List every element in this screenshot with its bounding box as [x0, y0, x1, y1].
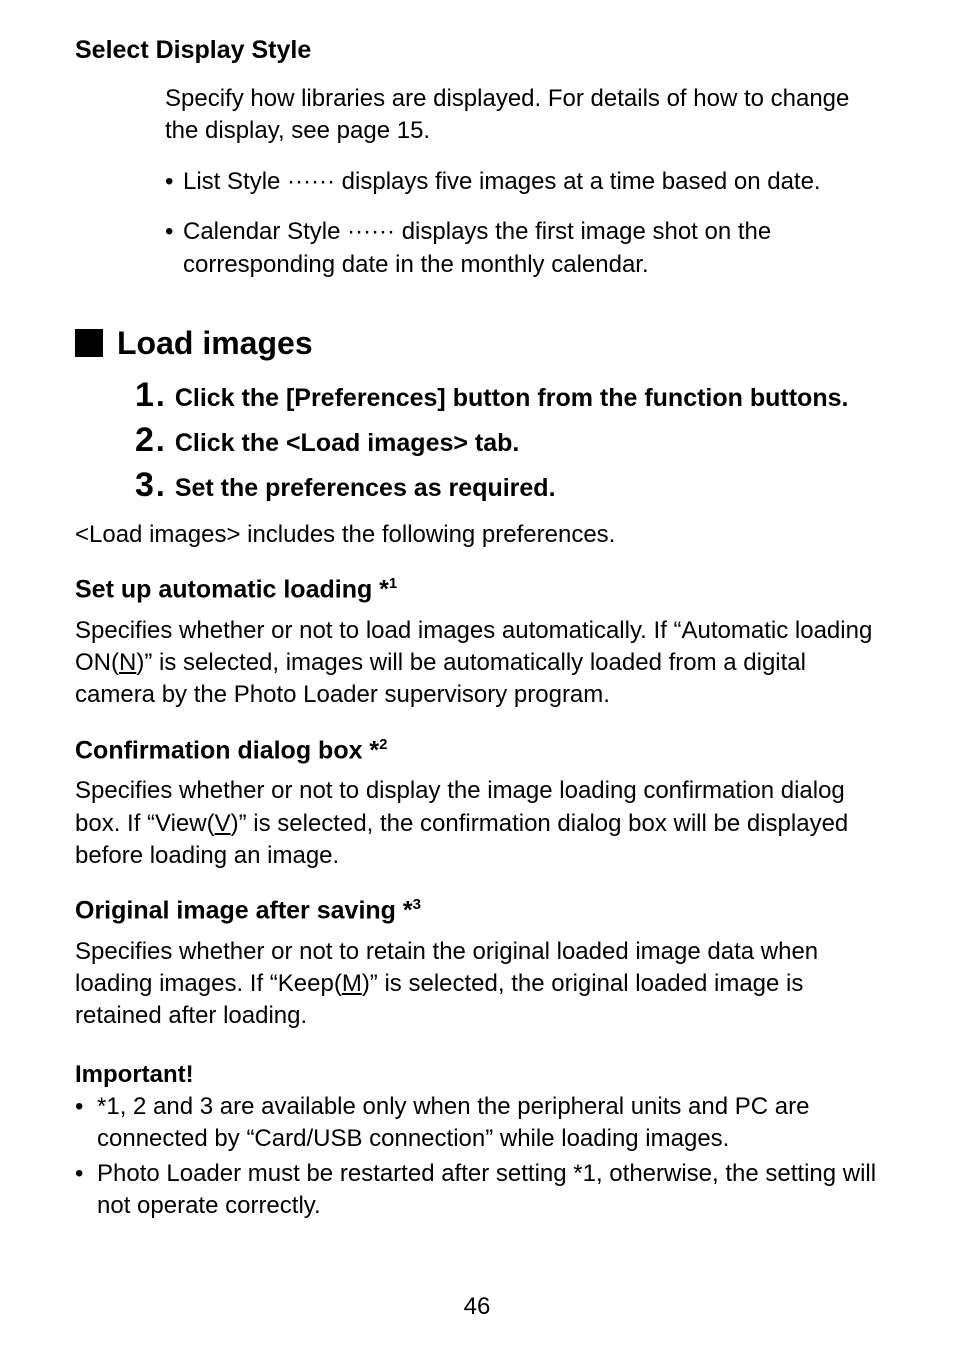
confirm-box-heading-sup: 2 — [379, 736, 387, 753]
bullet-dot-icon: • — [75, 1091, 97, 1156]
bullet-dot-icon: • — [165, 166, 183, 198]
auto-loading-body: Specifies whether or not to load images … — [75, 615, 879, 712]
step-dot-icon: . — [156, 422, 165, 459]
auto-loading-heading: Set up automatic loading *1 — [75, 575, 879, 604]
bullet-text: Calendar Style ······ displays the first… — [183, 216, 879, 281]
page-number: 46 — [0, 1293, 954, 1321]
confirm-box-body-u: V — [215, 810, 231, 837]
step-row: 1 . Click the [Preferences] button from … — [135, 376, 879, 415]
step-row: 3 . Set the preferences as required. — [135, 466, 879, 505]
square-bullet-icon — [75, 329, 103, 357]
step-text: Click the [Preferences] button from the … — [175, 382, 849, 415]
orig-image-heading-text: Original image after saving * — [75, 897, 413, 925]
select-display-intro: Specify how libraries are displayed. For… — [165, 83, 879, 148]
orig-image-body-u: M — [342, 970, 362, 997]
step-text: Set the preferences as required. — [175, 472, 556, 505]
step-text: Click the <Load images> tab. — [175, 427, 520, 460]
list-item: • List Style ······ displays five images… — [165, 166, 879, 198]
auto-loading-heading-text: Set up automatic loading * — [75, 576, 389, 604]
select-display-heading: Select Display Style — [75, 36, 879, 65]
list-item: • *1, 2 and 3 are available only when th… — [75, 1091, 879, 1156]
important-label: Important! — [75, 1061, 879, 1089]
confirm-box-heading: Confirmation dialog box *2 — [75, 736, 879, 765]
list-item: • Calendar Style ······ displays the fir… — [165, 216, 879, 281]
important-item: Photo Loader must be restarted after set… — [97, 1158, 879, 1223]
confirm-box-heading-text: Confirmation dialog box * — [75, 736, 379, 764]
orig-image-heading-sup: 3 — [413, 896, 421, 913]
confirm-box-body: Specifies whether or not to display the … — [75, 775, 879, 872]
bullet-dot-icon: • — [75, 1158, 97, 1223]
auto-loading-heading-sup: 1 — [389, 575, 397, 592]
load-images-after-steps: <Load images> includes the following pre… — [75, 519, 879, 551]
load-images-heading: Load images — [117, 325, 313, 362]
page-container: Select Display Style Specify how librari… — [0, 0, 954, 1351]
step-number: 3 — [135, 466, 154, 505]
step-row: 2 . Click the <Load images> tab. — [135, 421, 879, 460]
load-images-heading-row: Load images — [75, 325, 879, 362]
step-number: 1 — [135, 376, 154, 415]
bullet-dot-icon: • — [165, 216, 183, 281]
auto-loading-body-u: N — [119, 649, 136, 676]
bullet-text: List Style ······ displays five images a… — [183, 166, 821, 198]
auto-loading-body-post: )” is selected, images will be automatic… — [75, 649, 806, 708]
step-dot-icon: . — [156, 467, 165, 504]
orig-image-body: Specifies whether or not to retain the o… — [75, 936, 879, 1033]
step-dot-icon: . — [156, 377, 165, 414]
select-display-body: Specify how libraries are displayed. For… — [165, 83, 879, 281]
orig-image-heading: Original image after saving *3 — [75, 896, 879, 925]
important-item: *1, 2 and 3 are available only when the … — [97, 1091, 879, 1156]
step-number: 2 — [135, 421, 154, 460]
list-item: • Photo Loader must be restarted after s… — [75, 1158, 879, 1223]
